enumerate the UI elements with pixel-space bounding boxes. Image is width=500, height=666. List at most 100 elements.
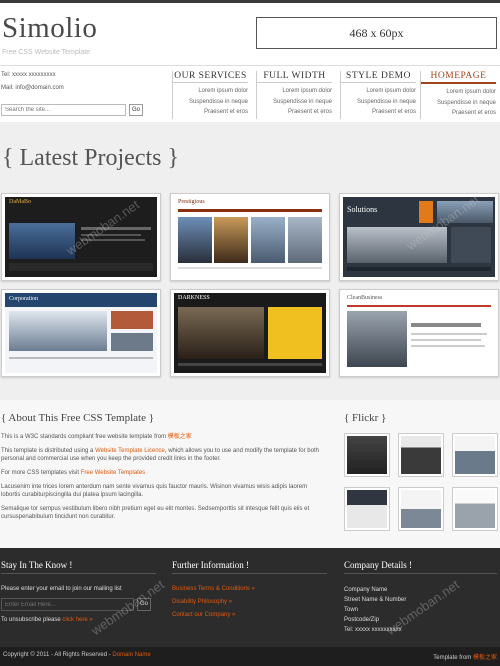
about-paragraph: Lacusenim inte trices lorem anterdum nam… <box>1 484 308 498</box>
company-detail: Postcode/Zip <box>344 617 380 623</box>
footer-link[interactable]: Business Terms & Conditions » <box>172 586 255 592</box>
site-logo[interactable]: Simolio <box>2 12 97 45</box>
project-image <box>347 311 407 367</box>
about-paragraph: For more CSS templates visit Free Websit… <box>1 470 146 476</box>
nav-title-active[interactable]: HOMEPAGE <box>421 71 496 84</box>
unsubscribe-link[interactable]: click here » <box>62 617 92 623</box>
project-text-line <box>81 234 141 236</box>
search-input[interactable] <box>1 104 126 116</box>
nav-sub-link[interactable]: Suspendisse in neque <box>421 98 496 109</box>
flickr-heading: { Flickr } <box>344 412 387 424</box>
project-footer-bar <box>347 267 491 271</box>
company-detail: Tel: xxxxx xxxxxxxxxx <box>344 627 402 633</box>
project-title: DaMaBo <box>9 199 31 205</box>
nav-title[interactable]: STYLE DEMO <box>341 71 416 83</box>
footer-heading: Company Details ! <box>344 560 412 570</box>
project-image <box>9 311 107 351</box>
nav-sub-link[interactable]: Lorem ipsum dolor <box>173 86 248 97</box>
project-title: CleanBusiness <box>347 295 383 301</box>
licence-link[interactable]: Website Template Licence <box>95 448 165 454</box>
about-paragraph: This template is distributed using a Web… <box>1 448 319 462</box>
search-button[interactable]: Go <box>129 104 143 116</box>
project-image <box>111 311 153 329</box>
nav-sub-link[interactable]: Suspendisse in neque <box>257 97 332 108</box>
about-link[interactable]: 模板之家 <box>168 434 192 440</box>
footer-link[interactable]: Contact our Company » <box>172 612 235 618</box>
project-nav-bar <box>178 209 322 212</box>
project-text-line <box>411 333 487 335</box>
project-text-line <box>178 363 322 366</box>
project-sidebar <box>451 227 491 263</box>
contact-tel: Tel: xxxxx xxxxxxxxx <box>1 72 56 78</box>
company-detail: Company Name <box>344 587 388 593</box>
project-accent-block <box>419 201 433 223</box>
project-accent-block <box>268 307 322 359</box>
company-detail: Street Name & Number <box>344 597 407 603</box>
template-credit: Template from 模板之家 <box>433 655 497 661</box>
nav-title[interactable]: FULL WIDTH <box>257 71 332 83</box>
project-footer-bar <box>9 263 153 271</box>
nav-sub-link[interactable]: Lorem ipsum dolor <box>341 86 416 97</box>
project-text-line <box>178 267 322 269</box>
domain-link[interactable]: Domain Name <box>112 652 150 658</box>
project-text-line <box>411 339 481 341</box>
flickr-thumb[interactable] <box>344 433 390 477</box>
copyright: Copyright © 2011 - All Rights Reserved -… <box>3 652 151 658</box>
nav-sub-link[interactable]: Lorem ipsum dolor <box>421 87 496 98</box>
nav-sub-link[interactable]: Lorem ipsum dolor <box>257 86 332 97</box>
about-heading: { About This Free CSS Template } <box>1 412 154 424</box>
project-thumb[interactable]: DARKNESS <box>170 289 330 377</box>
project-thumb[interactable]: Corporation <box>1 289 161 377</box>
contact-mail: Mail: info@domain.com <box>1 85 64 91</box>
project-thumb[interactable]: Solutions <box>339 193 499 281</box>
nav-style-demo[interactable]: STYLE DEMO Lorem ipsum dolor Suspendisse… <box>340 71 418 119</box>
about-paragraph: This is a W3C standards compliant free w… <box>1 434 192 440</box>
flickr-thumb[interactable] <box>344 487 390 531</box>
project-title: Prestigious <box>178 199 205 205</box>
nav-homepage[interactable]: HOMEPAGE Lorem ipsum dolor Suspendisse i… <box>420 71 498 119</box>
mailing-list-text: Please enter your email to join our mail… <box>1 586 122 592</box>
ad-banner[interactable]: 468 x 60px <box>256 17 497 49</box>
about-paragraph: Semalique tor sempus vestibulum libero n… <box>1 506 310 520</box>
project-text-line <box>411 323 481 327</box>
project-title: Corporation <box>9 296 38 302</box>
project-thumb[interactable]: CleanBusiness <box>339 289 499 377</box>
project-thumb[interactable]: Prestigious <box>170 193 330 281</box>
nav-title[interactable]: OUR SERVICES <box>173 71 248 83</box>
nav-sub-link[interactable]: Suspendisse in neque <box>173 97 248 108</box>
nav-sub-link[interactable]: Suspendisse in neque <box>341 97 416 108</box>
email-field[interactable] <box>1 598 134 611</box>
project-text-line <box>81 239 145 241</box>
company-detail: Town <box>344 607 359 613</box>
nav-our-services[interactable]: OUR SERVICES Lorem ipsum dolor Suspendis… <box>172 71 250 119</box>
unsubscribe-text: To unsubscribe please click here » <box>1 617 93 623</box>
footer-divider <box>344 573 497 574</box>
footer-heading: Further Information ! <box>172 560 249 570</box>
project-text-line <box>411 345 485 347</box>
project-image <box>347 227 447 263</box>
footer-link[interactable]: Disability Philosophy » <box>172 599 232 605</box>
project-image <box>178 307 264 359</box>
template-credit-link[interactable]: 模板之家 <box>473 655 497 661</box>
flickr-thumb[interactable] <box>398 433 444 477</box>
project-thumb[interactable]: DaMaBo <box>1 193 161 281</box>
subscribe-button[interactable]: Go <box>137 598 151 611</box>
flickr-thumb[interactable] <box>452 487 498 531</box>
nav-sub-link[interactable]: Praesent et eros <box>173 107 248 118</box>
nav-full-width[interactable]: FULL WIDTH Lorem ipsum dolor Suspendisse… <box>256 71 334 119</box>
project-text-line <box>9 357 153 359</box>
templates-link[interactable]: Free Website Templates <box>81 470 145 476</box>
nav-sub-link[interactable]: Praesent et eros <box>421 108 496 119</box>
footer-heading: Stay In The Know ! <box>1 560 73 570</box>
flickr-thumb[interactable] <box>452 433 498 477</box>
project-image <box>9 223 75 259</box>
nav-sub-link[interactable]: Praesent et eros <box>341 107 416 118</box>
top-bar <box>0 0 500 3</box>
project-text-line <box>81 227 151 230</box>
project-image <box>178 217 212 263</box>
flickr-thumb[interactable] <box>398 487 444 531</box>
nav-sub-link[interactable]: Praesent et eros <box>257 107 332 118</box>
project-nav-bar <box>347 305 491 307</box>
project-image <box>251 217 285 263</box>
project-image <box>214 217 248 263</box>
